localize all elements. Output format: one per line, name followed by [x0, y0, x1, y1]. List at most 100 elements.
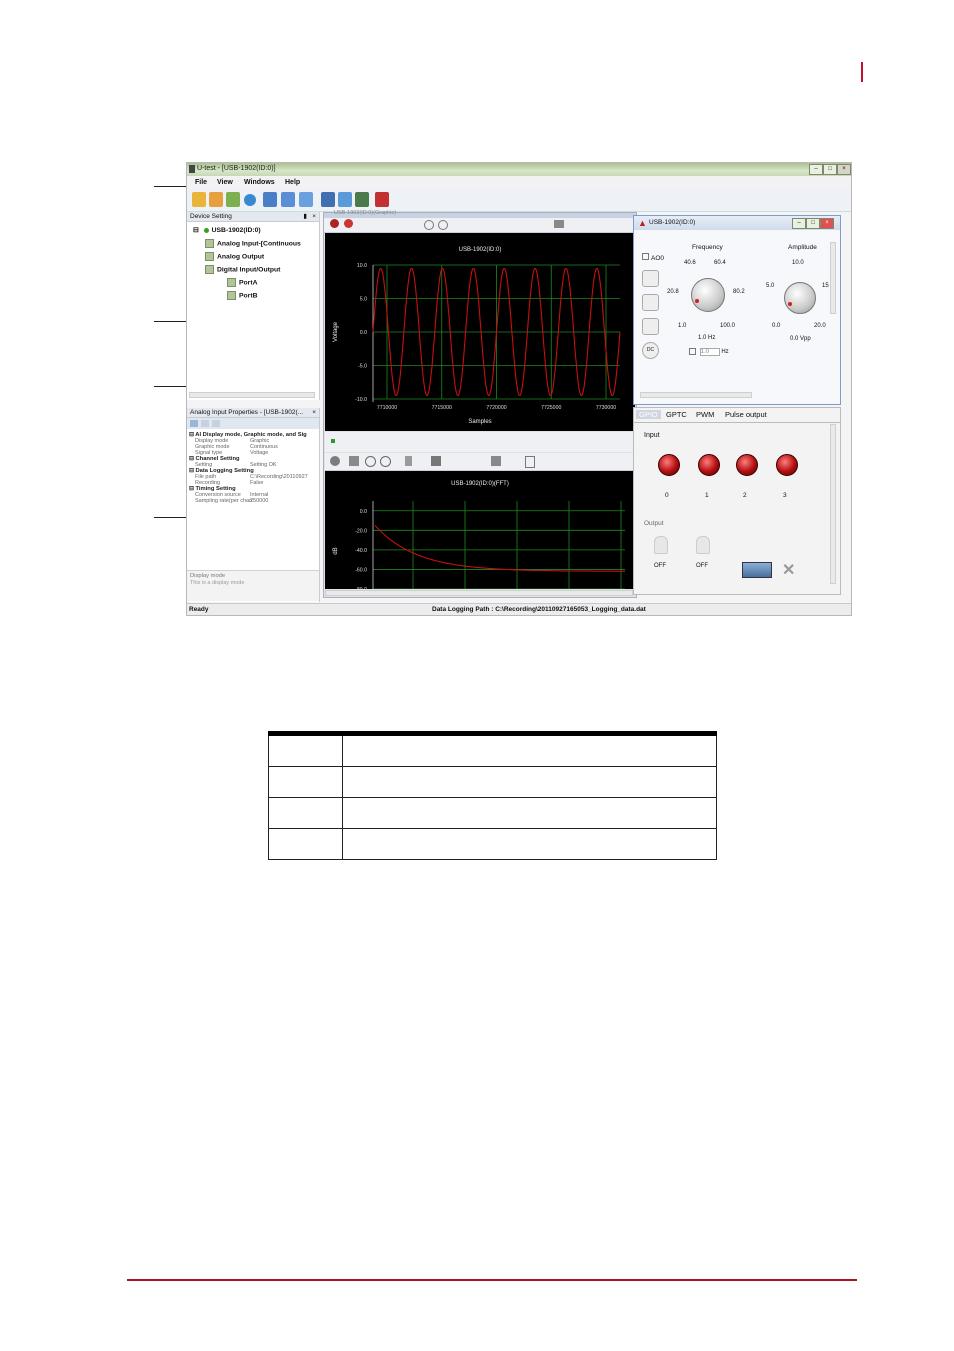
frequency-unit: Hz: [721, 349, 729, 356]
table-cell: [268, 731, 343, 767]
maximize-icon[interactable]: □: [806, 218, 820, 229]
time-plot: USB-1902(ID:0) 10.0 5.0 0.0 -5.0 -10.0 7710000…: [325, 233, 635, 431]
dio-vscroll[interactable]: [830, 424, 836, 584]
tree-porta[interactable]: PortA: [227, 278, 258, 287]
output-switch-0[interactable]: [654, 536, 668, 554]
output-switch-1[interactable]: [696, 536, 710, 554]
close-icon[interactable]: ×: [837, 164, 851, 175]
prop-row[interactable]: Sampling rate(per chan250000: [189, 498, 315, 504]
pointer-icon[interactable]: [405, 456, 412, 466]
tab-gpio[interactable]: GPIO: [636, 410, 661, 419]
amplitude-knob[interactable]: [784, 282, 816, 314]
cascade-windows-icon[interactable]: [263, 192, 277, 207]
tree-analog-output[interactable]: Analog Output: [205, 252, 264, 261]
tab-gptc[interactable]: GPTC: [666, 410, 687, 419]
zoom-in-icon[interactable]: [424, 220, 434, 230]
frequency-input-row[interactable]: 1.0 Hz: [689, 348, 729, 357]
properties-title: Analog Input Properties - [USB-1902(...: [190, 409, 304, 416]
callout-legend-table: [268, 731, 717, 860]
device-setting-pane: Device Setting ▮ × ⊟ USB-1902(ID:0) Analog…: [187, 212, 320, 400]
cursor-icon[interactable]: [431, 456, 441, 466]
tab-pwm[interactable]: PWM: [696, 410, 714, 419]
zoom-out-icon[interactable]: [380, 456, 391, 467]
print-icon[interactable]: [491, 456, 501, 466]
maximize-icon[interactable]: □: [823, 164, 837, 175]
close-folder-icon[interactable]: [209, 192, 223, 207]
tree-digital-io[interactable]: Digital Input/Output: [205, 265, 280, 274]
graph-scrollbar[interactable]: [325, 590, 633, 596]
amp-tick: 15: [822, 283, 829, 289]
port-icon: [227, 291, 236, 300]
dio-panel: GPIO GPTC PWM Pulse output Input 0 1 2 3…: [633, 407, 841, 595]
tree-device[interactable]: ⊟ USB-1902(ID:0): [193, 226, 261, 234]
tree-portb[interactable]: PortB: [227, 291, 258, 300]
input-led-1: [698, 454, 720, 476]
minimize-icon[interactable]: –: [809, 164, 823, 175]
triangle-wave-button[interactable]: [642, 294, 659, 311]
y-tick-label: 5.0: [360, 297, 367, 303]
dc-button[interactable]: DC: [642, 342, 659, 359]
freq-tick: 40.6: [684, 260, 696, 266]
tile-horizontal-icon[interactable]: [281, 192, 295, 207]
ao-panel-vscroll[interactable]: [830, 242, 836, 314]
freq-tick: 20.8: [667, 289, 679, 295]
ao-panel-scrollbar[interactable]: [640, 392, 752, 398]
export-icon[interactable]: [226, 192, 240, 207]
frequency-label: Frequency: [692, 244, 723, 251]
property-description: Display mode This is a display mode: [187, 570, 319, 601]
tab-pulse-output[interactable]: Pulse output: [725, 410, 767, 419]
cancel-x-icon[interactable]: ✕: [782, 560, 795, 580]
open-folder-icon[interactable]: [192, 192, 206, 207]
close-icon[interactable]: ×: [820, 218, 834, 229]
zoom-in-icon[interactable]: [365, 456, 376, 467]
refresh-icon[interactable]: [244, 194, 256, 206]
properties-icon[interactable]: [338, 192, 352, 207]
ao0-checkbox[interactable]: AO0: [642, 253, 664, 262]
categorized-icon[interactable]: [190, 420, 198, 427]
sine-wave-button[interactable]: [642, 270, 659, 287]
menu-windows[interactable]: Windows: [244, 179, 275, 186]
pane-close-icon[interactable]: ×: [312, 212, 316, 222]
page-icon[interactable]: [525, 456, 535, 468]
input-led-label: 0: [665, 492, 669, 499]
frequency-input[interactable]: 1.0: [699, 348, 720, 357]
exit-icon[interactable]: [375, 192, 389, 207]
monitor-icon[interactable]: [355, 192, 369, 207]
x-axis-label: Samples: [468, 419, 491, 425]
input-led-2: [736, 454, 758, 476]
pin-icon[interactable]: ▮: [303, 212, 307, 222]
properties-pane: Analog Input Properties - [USB-1902(... ×…: [187, 408, 320, 602]
amplitude-label: Amplitude: [788, 244, 817, 251]
tree-analog-input[interactable]: Analog Input-[Continuous: [205, 239, 301, 248]
apply-icon[interactable]: [742, 562, 772, 578]
sort-alpha-icon[interactable]: [201, 420, 209, 427]
pane-close-icon[interactable]: ×: [312, 408, 316, 418]
stop-icon[interactable]: [344, 219, 353, 228]
y-tick-label: -60.0: [355, 567, 367, 573]
tree-scrollbar[interactable]: [189, 392, 315, 398]
table-row: [268, 828, 717, 860]
property-pages-icon[interactable]: [212, 420, 220, 427]
freq-tick: 60.4: [714, 260, 726, 266]
y-tick-label: -10.0: [355, 397, 367, 403]
status-bar: Ready Data Logging Path : C:\Recording\2…: [187, 603, 851, 615]
menu-help[interactable]: Help: [285, 179, 300, 186]
frequency-knob[interactable]: [691, 278, 725, 312]
status-logging-path: Data Logging Path : C:\Recording\2011092…: [432, 606, 646, 613]
amplitude-readout: 0.0 Vpp: [790, 336, 811, 342]
zoom-out-icon[interactable]: [438, 220, 448, 230]
menu-view[interactable]: View: [217, 179, 233, 186]
print-icon[interactable]: [554, 220, 564, 228]
x-tick-label: 7720000: [486, 405, 506, 411]
tile-vertical-icon[interactable]: [299, 192, 313, 207]
minimize-icon[interactable]: –: [792, 218, 806, 229]
y-axis-label: Voltage: [333, 321, 339, 342]
square-wave-button[interactable]: [642, 318, 659, 335]
tools-icon[interactable]: [321, 192, 335, 207]
table-cell: [268, 797, 343, 829]
record-icon[interactable]: [330, 219, 339, 228]
ao-panel-title: USB-1902(ID:0): [649, 219, 696, 226]
pan-icon[interactable]: [349, 456, 359, 466]
settings-gear-icon[interactable]: [330, 456, 340, 466]
menu-file[interactable]: File: [195, 179, 207, 186]
